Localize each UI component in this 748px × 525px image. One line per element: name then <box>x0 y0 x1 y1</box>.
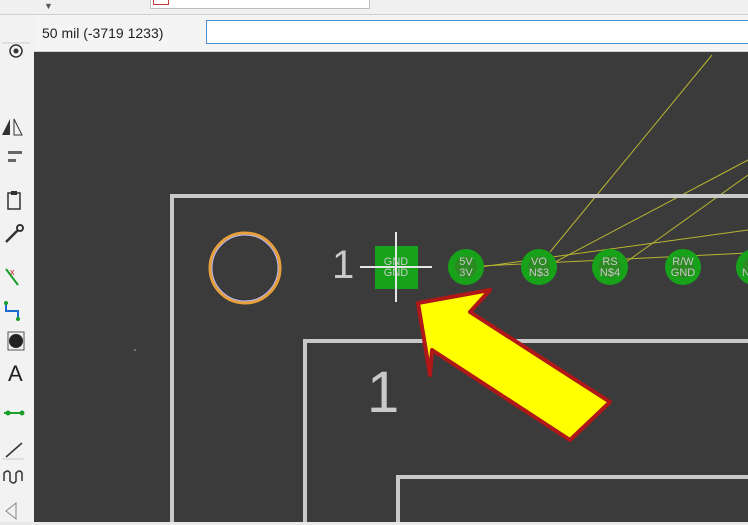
svg-text:x: x <box>10 267 15 277</box>
svg-text:GND: GND <box>671 267 696 279</box>
airwire <box>539 159 748 271</box>
layer-color-swatch <box>153 0 169 5</box>
left-toolbar: x A <box>0 15 35 522</box>
meander-icon[interactable] <box>0 463 30 491</box>
top-toolbar: ▼ <box>0 0 748 15</box>
paste-icon[interactable] <box>0 187 30 215</box>
wrench-icon[interactable] <box>0 220 30 248</box>
airwire <box>549 54 713 253</box>
ripup-icon[interactable]: x <box>0 263 30 291</box>
mounting-hole-inner <box>211 234 279 302</box>
svg-text:A: A <box>8 361 23 386</box>
crosshair-cursor <box>360 232 432 302</box>
misc-icon[interactable] <box>0 497 30 525</box>
round-pad: RS N$4 <box>592 249 628 285</box>
eye-icon[interactable] <box>0 37 30 65</box>
inner-outline <box>396 475 748 522</box>
svg-text:N: N <box>742 267 748 279</box>
circle-icon[interactable] <box>0 327 30 355</box>
wire-icon[interactable] <box>0 399 30 427</box>
layer-select-box[interactable] <box>150 0 370 9</box>
pcb-drawing: 1 1 GND GND 5V 3V VO N$3 RS N$4 R/W <box>134 54 748 522</box>
mirror-icon[interactable] <box>0 113 30 141</box>
callout-arrow <box>416 288 612 442</box>
align-icon[interactable] <box>0 143 30 171</box>
line-icon[interactable] <box>0 435 30 463</box>
svg-text:3V: 3V <box>459 267 473 279</box>
round-pad: 5V 3V <box>448 249 484 285</box>
round-pad: N <box>736 250 748 284</box>
canvas-dot <box>134 349 136 351</box>
command-input[interactable] <box>206 20 748 44</box>
text-icon[interactable]: A <box>0 359 30 387</box>
airwires <box>457 54 748 271</box>
coordinate-bar: 50 mil (-3719 1233) <box>34 15 748 52</box>
svg-text:N$3: N$3 <box>529 267 549 279</box>
mounting-hole <box>208 231 282 305</box>
round-pad: R/W GND <box>665 249 701 285</box>
coordinate-readout: 50 mil (-3719 1233) <box>42 25 164 41</box>
pcb-canvas[interactable]: 1 1 GND GND 5V 3V VO N$3 RS N$4 R/W <box>34 52 748 522</box>
pin1-label: 1 <box>332 243 354 287</box>
svg-text:N$4: N$4 <box>600 267 620 279</box>
part-label: 1 <box>367 360 399 425</box>
dropdown-arrow-icon[interactable]: ▼ <box>44 1 53 11</box>
round-pad: VO N$3 <box>521 249 557 285</box>
route-icon[interactable] <box>0 297 30 325</box>
